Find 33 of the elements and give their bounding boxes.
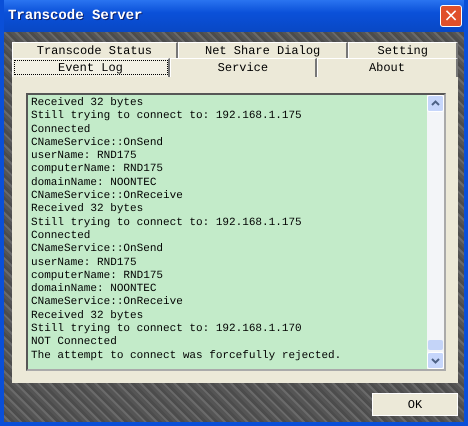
log-line: Received 32 bytes bbox=[31, 310, 144, 323]
log-line: Received 32 bytes bbox=[31, 97, 144, 110]
log-line: CNameService::OnReceive bbox=[31, 190, 184, 203]
log-line: computerName: RND175 bbox=[31, 163, 164, 177]
log-line: computerName: RND175 bbox=[31, 270, 164, 283]
log-line: domainName: NOONTEC bbox=[31, 283, 158, 296]
tab[interactable]: Net Share Dialog bbox=[178, 42, 348, 58]
scroll-up-icon[interactable] bbox=[427, 95, 444, 112]
log-line: CNameService::OnSend bbox=[31, 136, 164, 150]
log-line: Still trying to connect to: 192.168.1.175 bbox=[31, 216, 303, 230]
tab[interactable]: Setting bbox=[348, 42, 458, 58]
tab[interactable]: Transcode Status bbox=[12, 42, 178, 58]
tab[interactable]: Event Log bbox=[12, 58, 170, 77]
log-line: Connected bbox=[31, 124, 92, 137]
log-line: Still trying to connect to: 192.168.1.175 bbox=[31, 110, 303, 124]
tab[interactable]: Service bbox=[170, 58, 317, 77]
scrollbar-thumb[interactable] bbox=[428, 340, 443, 350]
log-line: CNameService::OnSend bbox=[31, 243, 164, 257]
window-title: Transcode Server bbox=[8, 8, 142, 24]
scroll-down-icon[interactable] bbox=[427, 352, 444, 369]
log-line: NOT Connected bbox=[31, 336, 118, 350]
log-line: Received 32 bytes bbox=[31, 203, 144, 217]
log-line: userName: RND175 bbox=[31, 150, 138, 164]
log-line: domainName: NOONTEC bbox=[31, 176, 158, 190]
ok-button[interactable]: OK bbox=[372, 393, 458, 416]
scrollbar[interactable] bbox=[427, 95, 444, 369]
log-line: Still trying to connect to: 192.168.1.170 bbox=[31, 323, 303, 336]
close-button[interactable]: × bbox=[440, 5, 462, 27]
log-line: CNameService::OnReceive bbox=[31, 296, 184, 310]
log-line: Connected bbox=[31, 230, 92, 243]
log-line: The attempt to connect was forcefully rejected. bbox=[31, 350, 342, 363]
tab[interactable]: About bbox=[316, 58, 458, 77]
log-line: userName: RND175 bbox=[31, 256, 138, 270]
